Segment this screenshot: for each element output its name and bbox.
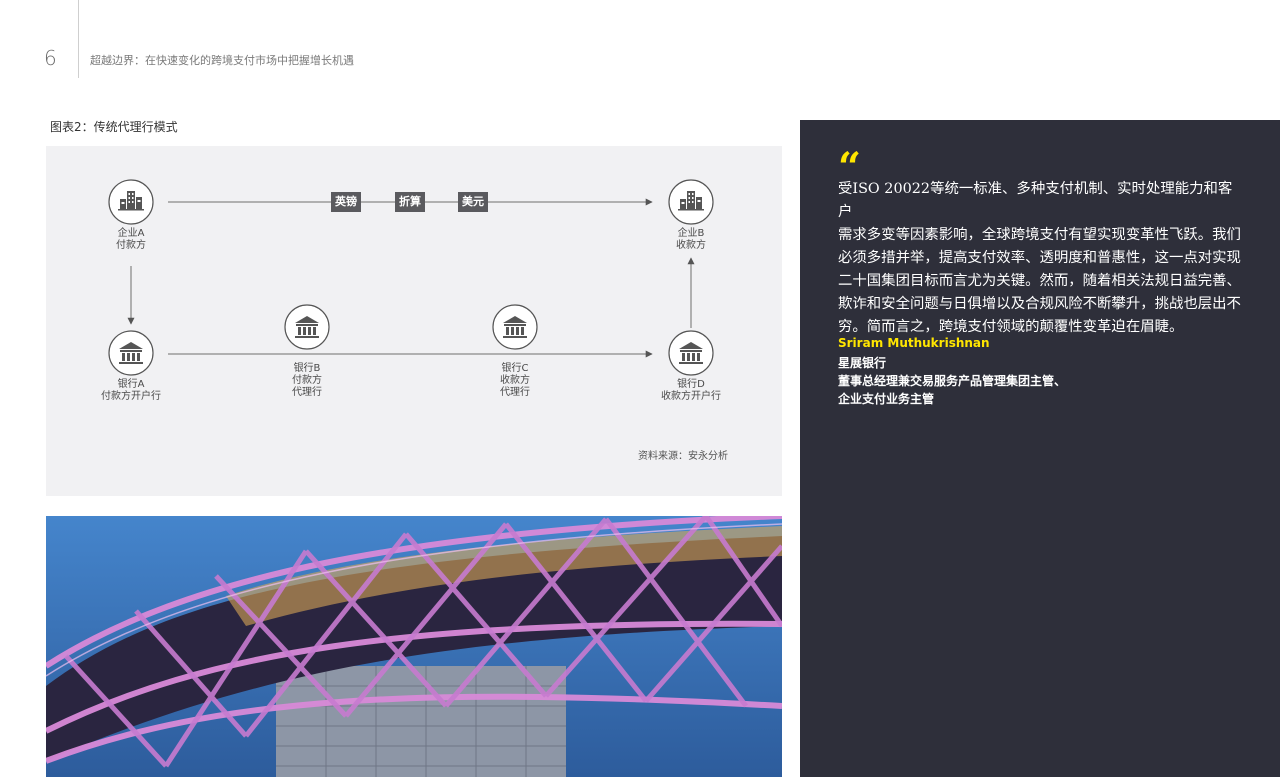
source-note: 资料来源：安永分析 bbox=[638, 451, 728, 462]
currency-tag-usd: 美元 bbox=[458, 192, 488, 212]
node-label-company-a: 企业A 付款方 bbox=[116, 228, 146, 251]
header-divider bbox=[78, 0, 79, 78]
figure-caption: 图表2：传统代理行模式 bbox=[50, 120, 178, 134]
bank-icon bbox=[492, 304, 538, 350]
bridge-illustration bbox=[46, 516, 782, 777]
quote-panel: “ 受ISO 20022等统一标准、多种支付机制、实时处理能力和客户 需求多变等… bbox=[800, 120, 1280, 777]
currency-tag-gbp: 英镑 bbox=[331, 192, 361, 212]
bank-icon bbox=[284, 304, 330, 350]
node-label-bank-d: 银行D 收款方开户行 bbox=[661, 379, 721, 402]
bank-icon bbox=[108, 330, 154, 376]
currency-tag-conversion: 折算 bbox=[395, 192, 425, 212]
node-label-bank-c: 银行C 收款方 代理行 bbox=[500, 363, 530, 398]
node-label-company-b: 企业B 收款方 bbox=[676, 228, 706, 251]
author-organization: 星展银行 bbox=[838, 356, 887, 370]
bridge-photo bbox=[46, 516, 782, 777]
page-number: 6 bbox=[44, 46, 57, 70]
office-building-icon bbox=[668, 179, 714, 225]
author-title-line-2: 企业支付业务主管 bbox=[838, 392, 935, 406]
office-building-icon bbox=[108, 179, 154, 225]
author-name: Sriram Muthukrishnan bbox=[838, 336, 990, 350]
quote-text: 受ISO 20022等统一标准、多种支付机制、实时处理能力和客户 需求多变等因素… bbox=[838, 181, 1241, 335]
running-title: 超越边界：在快速变化的跨境支付市场中把握增长机遇 bbox=[90, 54, 354, 67]
node-label-bank-b: 银行B 付款方 代理行 bbox=[292, 363, 322, 398]
diagram-panel: 英镑 折算 美元 企业A 付款方 企业B 收款方 银行A 付款方开户行 银行B … bbox=[46, 146, 782, 496]
bank-icon bbox=[668, 330, 714, 376]
author-title-line-1: 董事总经理兼交易服务产品管理集团主管、 bbox=[838, 374, 1067, 388]
node-label-bank-a: 银行A 付款方开户行 bbox=[101, 379, 161, 402]
